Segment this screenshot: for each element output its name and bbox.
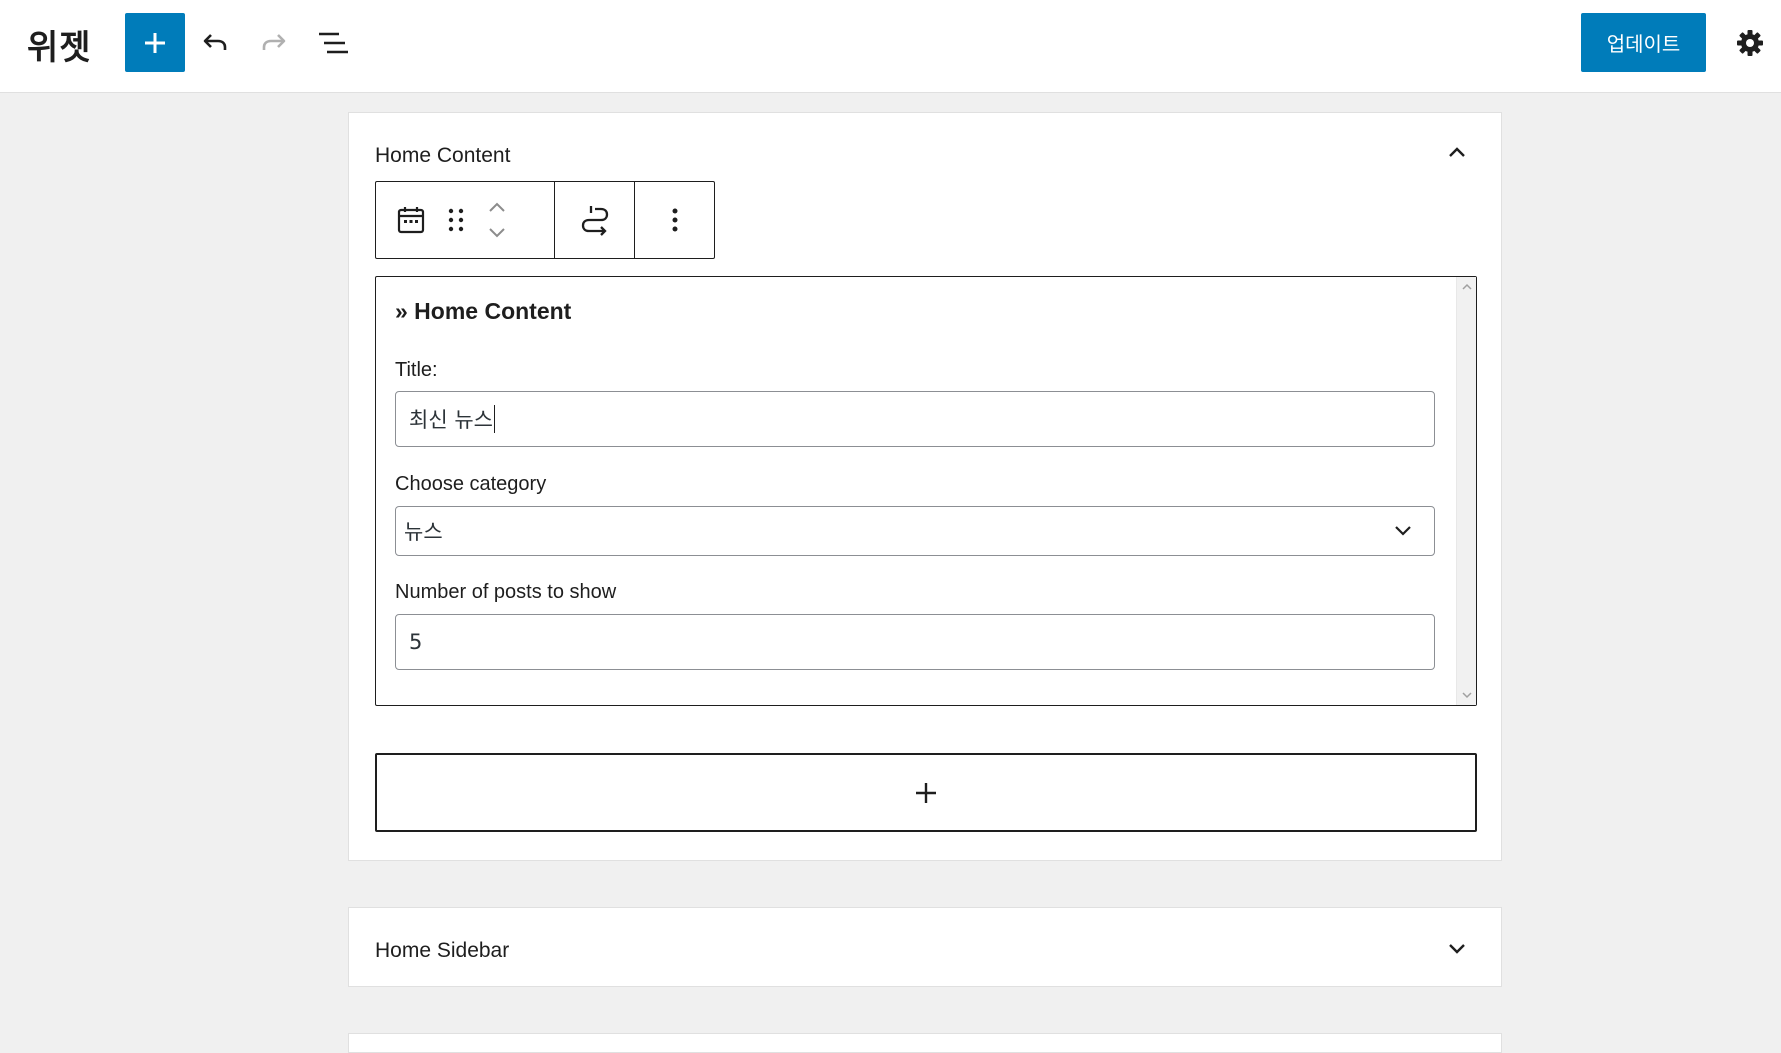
page-title: 위젯: [27, 28, 92, 68]
gear-icon: [1737, 30, 1763, 56]
collapse-toggle[interactable]: [1439, 135, 1475, 171]
chevron-down-icon: [489, 228, 505, 238]
block-type-button[interactable]: [388, 182, 434, 258]
redo-icon: [262, 34, 286, 50]
block-toolbar: [375, 181, 715, 259]
widget-area-home-content: Home Content » Home Content Title: 최신 뉴스…: [348, 112, 1502, 861]
posts-field-label: Number of posts to show: [395, 581, 617, 603]
editor-header: 위젯 업데이트: [0, 0, 1781, 93]
widget-heading: » Home Content: [395, 298, 572, 324]
drag-handle-icon: [448, 208, 464, 232]
undo-icon: [203, 34, 227, 50]
block-appender-button[interactable]: [375, 753, 1477, 832]
scroll-down-arrow[interactable]: [1457, 687, 1476, 703]
text-cursor: [493, 405, 495, 433]
chevron-up-icon: [489, 202, 505, 212]
category-field-label: Choose category: [395, 473, 547, 495]
category-select[interactable]: 뉴스: [395, 506, 1435, 556]
block-switcher-group: [376, 182, 555, 258]
more-vertical-icon: [672, 208, 677, 232]
scroll-up-arrow[interactable]: [1457, 279, 1476, 295]
chevron-down-icon: [1449, 944, 1465, 954]
block-mover: [478, 182, 516, 258]
move-down-button[interactable]: [478, 220, 516, 246]
chevron-down-icon: [1461, 692, 1472, 699]
transform-group: [555, 182, 635, 258]
title-input[interactable]: 최신 뉴스: [395, 391, 1435, 447]
options-group: [635, 182, 714, 258]
move-up-button[interactable]: [478, 194, 516, 220]
settings-button[interactable]: [1728, 18, 1772, 68]
widget-area-next: [348, 1033, 1502, 1053]
chevron-up-icon: [1449, 147, 1465, 157]
expand-toggle[interactable]: [1439, 930, 1475, 966]
transform-button[interactable]: [555, 182, 634, 258]
transform-icon: [581, 206, 608, 236]
drag-handle[interactable]: [434, 182, 478, 258]
plus-icon: [145, 32, 165, 53]
widget-area-home-sidebar: Home Sidebar: [348, 907, 1502, 987]
add-block-button[interactable]: [125, 13, 185, 72]
chevron-down-icon: [1395, 526, 1411, 536]
chevron-up-icon: [1461, 283, 1472, 290]
posts-count-input[interactable]: 5: [395, 614, 1435, 670]
calendar-icon: [397, 207, 425, 234]
title-input-value: 최신 뉴스: [409, 408, 493, 432]
redo-button[interactable]: [249, 18, 299, 68]
widget-area-title[interactable]: Home Content: [375, 144, 510, 168]
list-view-button[interactable]: [308, 18, 358, 68]
title-field-label: Title:: [395, 359, 438, 381]
list-view-icon: [319, 32, 348, 54]
plus-icon: [916, 782, 936, 803]
category-select-value: 뉴스: [404, 520, 443, 544]
undo-button[interactable]: [190, 18, 240, 68]
widget-area-title[interactable]: Home Sidebar: [375, 939, 509, 963]
update-button[interactable]: 업데이트: [1581, 13, 1706, 72]
widget-scrollbar[interactable]: [1456, 277, 1476, 705]
posts-count-value: 5: [409, 630, 423, 654]
legacy-widget-form: » Home Content Title: 최신 뉴스 Choose categ…: [375, 276, 1477, 706]
more-options-button[interactable]: [635, 182, 714, 258]
